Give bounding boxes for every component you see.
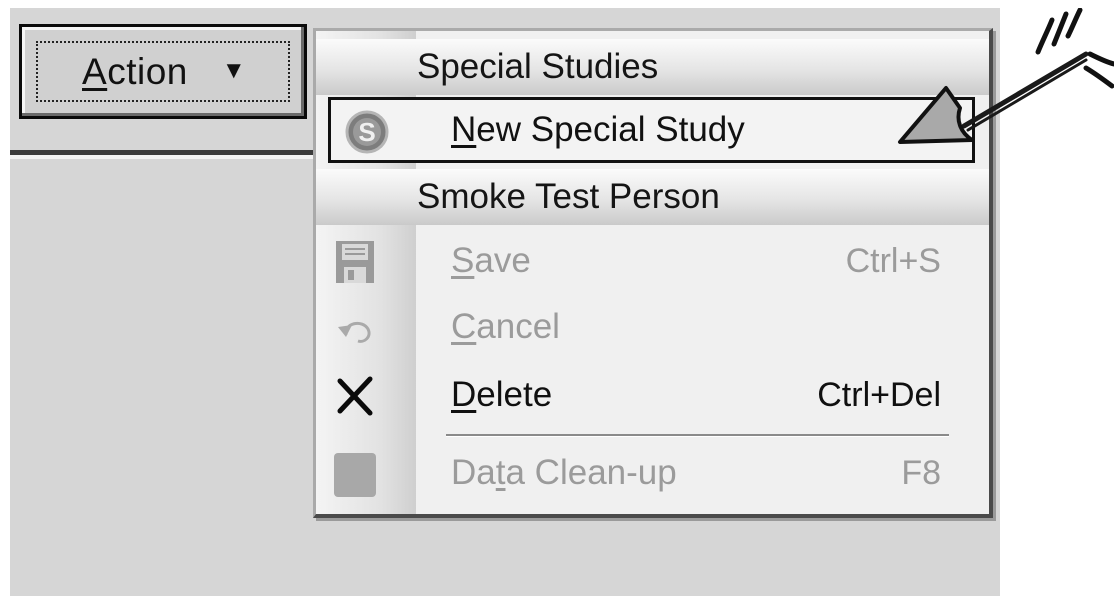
menu-separator [446, 434, 949, 437]
window-edge [0, 0, 10, 596]
menu-item-data-clean-up[interactable]: Data Clean-up F8 [316, 443, 989, 503]
svg-text:S: S [358, 117, 375, 147]
action-button-label: Action [82, 50, 188, 92]
menu-section-header-special-studies: Special Studies [316, 39, 989, 95]
menu-item-label: New Special Study [451, 110, 745, 149]
shortcut-label: Ctrl+S [845, 242, 941, 280]
menu-item-save[interactable]: Save Ctrl+S [316, 231, 989, 291]
delete-x-icon [337, 376, 373, 416]
menu-item-label: Delete [451, 375, 553, 414]
dropdown-arrow-icon: ▼ [221, 56, 246, 84]
menu-item-label: Save [451, 241, 531, 280]
data-cleanup-icon [334, 453, 376, 497]
action-menu-button[interactable]: Action ▼ [19, 24, 307, 119]
save-floppy-icon [336, 241, 374, 283]
undo-arrow-icon [338, 321, 371, 343]
toolbar-divider-highlight [10, 155, 328, 159]
menu-item-label: Data Clean-up [451, 453, 677, 492]
special-study-s-icon: S [345, 110, 389, 154]
shortcut-label: F8 [901, 454, 941, 492]
menu-section-header-smoke-test-person: Smoke Test Person [316, 169, 989, 225]
menu-item-cancel[interactable]: Cancel [316, 297, 989, 357]
menu-item-new-special-study[interactable]: S New Special Study [316, 97, 989, 163]
menu-item-delete[interactable]: Delete Ctrl+Del [316, 365, 989, 425]
menu-item-label: Cancel [451, 307, 560, 346]
hand-drawn-arrow-icon [898, 8, 1114, 144]
focus-rectangle: Action ▼ [36, 41, 290, 102]
shortcut-label: Ctrl+Del [817, 376, 941, 414]
